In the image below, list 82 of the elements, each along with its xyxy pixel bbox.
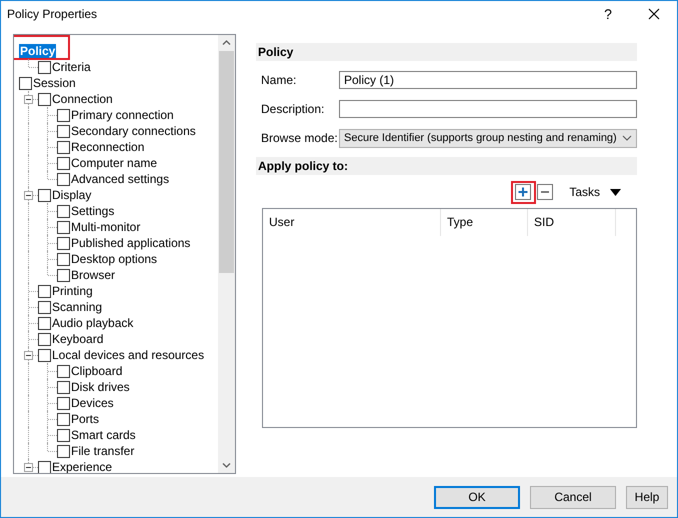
field-label: Browse mode: [261, 131, 339, 145]
checkbox[interactable] [57, 204, 70, 218]
tree-item[interactable]: Secondary connections [70, 124, 197, 138]
scrollbar-thumb[interactable] [219, 51, 234, 273]
column-header[interactable]: Type [441, 209, 528, 236]
expander-icon[interactable] [24, 463, 33, 472]
field-label: Description: [261, 102, 326, 116]
tree-item[interactable]: Criteria [51, 60, 92, 74]
tree-item[interactable]: Reconnection [70, 140, 146, 154]
checkbox[interactable] [57, 268, 70, 282]
tree-item[interactable]: Devices [70, 396, 115, 410]
tree-item[interactable]: Connection [51, 92, 114, 106]
field-label: Name: [261, 73, 298, 87]
dialog-button[interactable]: OK [434, 486, 520, 508]
checkbox[interactable] [57, 364, 70, 378]
scrollbar[interactable] [218, 35, 235, 473]
dropdown[interactable]: Secure Identifier (supports group nesting and renaming) [339, 128, 637, 148]
checkbox[interactable] [57, 172, 70, 186]
checkbox[interactable] [38, 92, 51, 106]
tree-item[interactable]: Local devices and resources [51, 348, 206, 362]
checkbox[interactable] [57, 428, 70, 442]
tree-item[interactable]: Primary connection [70, 108, 175, 122]
expander-icon[interactable] [24, 95, 33, 104]
checkbox[interactable] [38, 332, 51, 346]
checkbox[interactable] [57, 380, 70, 394]
checkbox[interactable] [57, 220, 70, 234]
checkbox[interactable] [38, 348, 51, 362]
tree-item[interactable]: Settings [70, 204, 116, 218]
remove-button[interactable] [537, 184, 554, 200]
checkbox[interactable] [57, 252, 70, 266]
tree-item[interactable]: Smart cards [70, 428, 137, 442]
expander-icon[interactable] [24, 191, 33, 200]
tree-item[interactable]: Published applications [70, 236, 192, 250]
tree-item[interactable]: Scanning [51, 300, 104, 314]
checkbox[interactable] [38, 460, 51, 473]
expander-icon[interactable] [24, 351, 33, 360]
checkbox[interactable] [19, 76, 32, 90]
checkbox[interactable] [57, 124, 70, 138]
tree-item[interactable]: File transfer [70, 444, 136, 458]
input-field[interactable]: Policy (1) [339, 71, 637, 89]
add-button[interactable] [515, 184, 532, 200]
tree-item[interactable]: Multi-monitor [70, 220, 142, 234]
tree-item[interactable]: Browser [70, 268, 116, 282]
checkbox[interactable] [38, 188, 51, 202]
checkbox[interactable] [57, 140, 70, 154]
chevron-down-icon [622, 135, 632, 141]
checkbox[interactable] [38, 316, 51, 330]
tree-item[interactable]: Ports [70, 412, 100, 426]
column-header[interactable]: User [263, 209, 441, 236]
dialog-button[interactable]: Cancel [530, 486, 616, 508]
tasks-button[interactable]: Tasks [569, 185, 621, 199]
tree-item[interactable]: Disk drives [70, 380, 131, 394]
checkbox[interactable] [38, 60, 51, 74]
section-header: Apply policy to: [256, 157, 637, 175]
checkbox[interactable] [57, 396, 70, 410]
checkbox[interactable] [57, 444, 70, 458]
section-header: Policy [256, 43, 637, 61]
close-icon[interactable] [648, 8, 660, 20]
tree-item[interactable]: Session [32, 76, 77, 90]
tree-item[interactable]: Display [51, 188, 92, 202]
tree-item[interactable]: Computer name [70, 156, 158, 170]
checkbox[interactable] [57, 236, 70, 250]
tree-item[interactable]: Desktop options [70, 252, 158, 266]
tree-item[interactable]: Keyboard [51, 332, 104, 346]
tree-item[interactable]: Experience [51, 460, 114, 473]
tree-item[interactable]: Policy [19, 44, 56, 58]
window-title: Policy Properties [7, 7, 98, 21]
plus-icon [517, 186, 530, 198]
tree-item[interactable]: Advanced settings [70, 172, 170, 186]
checkbox[interactable] [38, 284, 51, 298]
column-header[interactable]: SID [528, 209, 616, 236]
triangle-down-icon [610, 188, 621, 196]
checkbox[interactable] [57, 156, 70, 170]
input-field[interactable] [339, 100, 637, 118]
checkbox[interactable] [57, 108, 70, 122]
tree-item[interactable]: Clipboard [70, 364, 124, 378]
tree-item[interactable]: Audio playback [51, 316, 134, 330]
tree-item[interactable]: Printing [51, 284, 94, 298]
dialog-button[interactable]: Help [626, 486, 668, 508]
help-button[interactable]: ? [585, 1, 631, 27]
checkbox[interactable] [38, 300, 51, 314]
checkbox[interactable] [57, 412, 70, 426]
